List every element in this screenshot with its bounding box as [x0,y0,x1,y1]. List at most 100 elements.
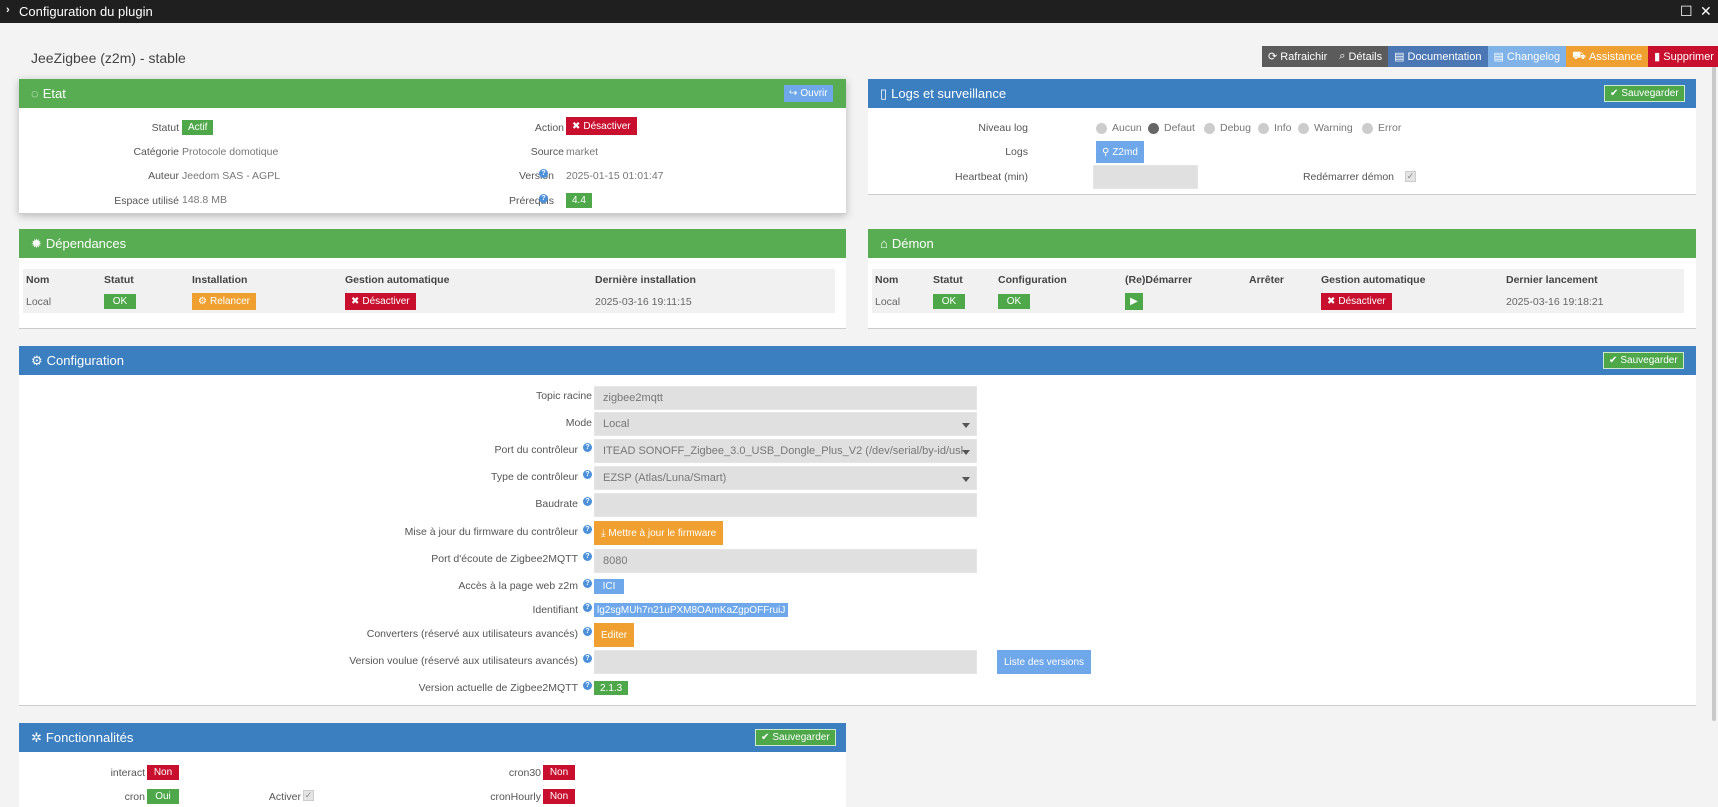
version-label: Version [518,170,554,182]
help-icon[interactable]: ? [583,654,592,663]
refresh-button[interactable]: ⟳ Rafraichir [1262,46,1334,67]
radio-defaut[interactable] [1148,123,1159,134]
maximize-icon[interactable]: ☐ [1680,3,1693,19]
times-icon: ✖ [572,120,581,132]
radio-error[interactable] [1362,123,1373,134]
source-label: Source [530,146,564,158]
web-link-button[interactable]: ICI [594,579,624,594]
type-select[interactable]: EZSP (Atlas/Luna/Smart) [594,466,977,490]
port-select[interactable]: ITEAD SONOFF_Zigbee_3.0_USB_Dongle_Plus_… [594,439,977,463]
radio-debug-label: Debug [1220,122,1251,134]
open-button[interactable]: ↪ Ouvrir [784,85,833,102]
ecoute-input[interactable]: 8080 [594,549,977,573]
help-icon[interactable]: ? [583,470,592,479]
interact-label: interact [110,767,145,779]
dep-statut-badge: OK [104,294,136,309]
topic-input[interactable]: zigbee2mqtt [594,386,977,410]
versions-list-button[interactable]: Liste des versions [997,650,1092,674]
start-daemon-button[interactable]: ▶ [1125,293,1143,310]
paperclip-icon: ⚲ [1102,146,1110,158]
espace-value: 148.8 MB [182,194,227,206]
relancer-button[interactable]: ⚙ Relancer [192,293,256,310]
col-gestion: Gestion automatique [345,274,450,286]
col-redemarrer: (Re)Démarrer [1125,274,1193,286]
config-save-button[interactable]: ✔ Sauvegarder [1603,352,1684,369]
demon-title: Démon [891,236,934,251]
source-value: market [566,146,599,158]
version-voulue-label: Version voulue (réservé aux utilisateurs… [349,655,578,667]
mode-select[interactable]: Local [594,412,977,436]
update-firmware-button[interactable]: ⤓ Mettre à jour le firmware [594,521,724,545]
ident-label: Identifiant [532,604,578,616]
restart-daemon-checkbox[interactable]: ✓ [1405,171,1416,182]
help-icon[interactable]: ? [583,579,592,588]
radio-warning[interactable] [1298,123,1309,134]
fonct-save-button[interactable]: ✔ Sauvegarder [755,729,836,746]
window-title-bar: › Configuration du plugin ☐ ✕ [0,0,1718,23]
demon-deactivate-button[interactable]: ✖ Désactiver [1321,293,1392,310]
help-icon[interactable]: ? [583,603,592,612]
activer-checkbox[interactable]: ✓ [303,790,314,801]
assistance-button[interactable]: ⛟ Assistance [1566,46,1649,67]
dep-deactivate-button[interactable]: ✖ Désactiver [345,293,416,310]
statut-label: Statut [151,122,179,134]
categorie-value: Protocole domotique [182,146,279,158]
help-icon[interactable]: ? [583,497,592,506]
delete-button[interactable]: ▮ Supprimer [1648,46,1718,67]
logs-save-label: Sauvegarder [1621,88,1679,99]
help-icon[interactable]: ? [539,169,548,178]
times-icon: ✖ [1327,296,1336,307]
changelog-button[interactable]: ▤ Changelog [1487,46,1567,67]
help-icon[interactable]: ? [583,681,592,690]
ecoute-label: Port d'écoute de Zigbee2MQTT [431,553,578,565]
radio-info-label: Info [1274,122,1292,134]
plugin-title: JeeZigbee (z2m) - stable [31,50,186,66]
baudrate-input[interactable] [594,493,977,517]
demon-dernier: 2025-03-16 19:18:21 [1506,296,1604,308]
details-label: Détails [1348,50,1383,63]
radio-error-label: Error [1378,122,1402,134]
config-save-label: Sauvegarder [1620,355,1678,366]
truck-icon: ⛟ [1572,49,1586,62]
play-icon: ▶ [1130,296,1138,307]
assistance-label: Assistance [1588,50,1643,63]
deactivate-plugin-button[interactable]: ✖ Désactiver [566,117,637,135]
web-label: Accès à la page web z2m [458,580,578,592]
radio-debug[interactable] [1204,123,1215,134]
edit-converters-button[interactable]: Editer [594,623,635,647]
scrollbar-track[interactable] [1710,23,1718,807]
trash-icon: ▮ [1654,51,1661,63]
chevron-right-icon[interactable]: › [6,4,10,16]
help-icon[interactable]: ? [539,194,548,203]
col-dernier: Dernier lancement [1506,274,1598,286]
radio-aucun[interactable] [1096,123,1107,134]
cron-label: cron [124,791,145,803]
radio-info[interactable] [1258,123,1269,134]
details-button[interactable]: ⌕ Détails [1333,46,1389,67]
documentation-button[interactable]: ▤ Documentation [1388,46,1488,67]
scrollbar-thumb[interactable] [1712,53,1716,721]
refresh-icon: ⟳ [1268,51,1278,63]
version-voulue-input[interactable] [594,650,977,674]
action-label: Action [534,122,564,134]
col-installation: Installation [192,274,248,286]
help-icon[interactable]: ? [583,552,592,561]
heartbeat-input[interactable] [1093,165,1198,189]
logs-save-button[interactable]: ✔ Sauvegarder [1604,85,1685,102]
col-statut: Statut [104,274,134,286]
z2md-log-button[interactable]: ⚲ Z2md [1096,141,1144,163]
demon-config-badge: OK [998,294,1030,309]
interact-badge: Non [147,765,179,780]
etat-panel: ◌ Etat ↪ Ouvrir Statut Actif Catégorie Pr… [19,79,846,214]
logs-panel: ▯ Logs et surveillance ✔ Sauvegarder Nive… [868,79,1696,195]
help-icon[interactable]: ? [583,627,592,636]
check-circle-icon: ✔ [1610,88,1619,99]
help-icon[interactable]: ? [583,443,592,452]
port-label: Port du contrôleur [494,444,578,456]
help-icon[interactable]: ? [583,525,592,534]
certificate-icon: ✹ [31,235,42,251]
book-icon: ▤ [1394,51,1405,63]
col-statut: Statut [933,274,963,286]
close-icon[interactable]: ✕ [1700,3,1712,19]
baudrate-label: Baudrate [535,498,578,510]
